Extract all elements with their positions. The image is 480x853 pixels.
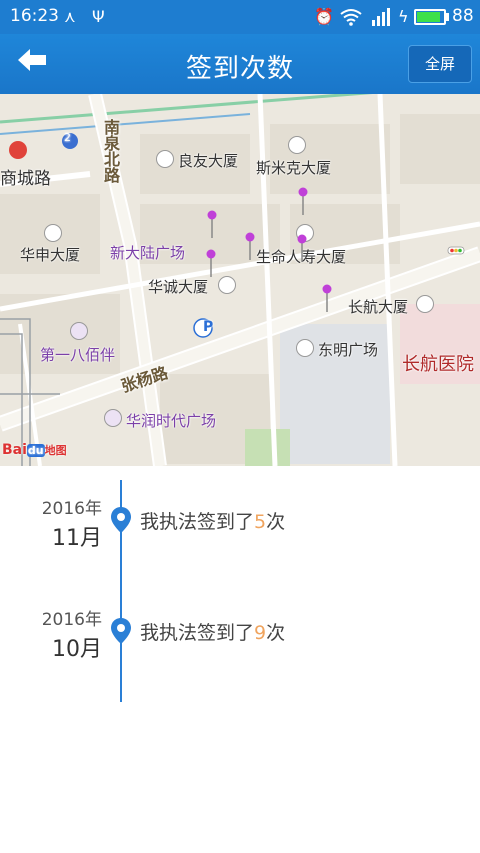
entry-text-prefix: 我执法签到了	[140, 622, 255, 644]
battery-percent: 88	[452, 6, 474, 26]
map-poi-changhang-tower: 长航大厦	[348, 298, 409, 316]
metro-line-number: 2	[64, 131, 71, 144]
map-building-icon	[218, 276, 236, 294]
entry-text-suffix: 次	[266, 622, 286, 644]
map-marker-pin[interactable]	[207, 210, 217, 238]
status-bar: 16:23 ⋏ Ψ ⏰ ϟ 88	[0, 0, 480, 34]
entry-count: 9	[254, 622, 267, 644]
entry-year: 2016年	[41, 499, 102, 519]
map-marker-pin[interactable]	[206, 249, 216, 277]
alarm-icon: ⏰	[314, 7, 334, 26]
map-base	[0, 94, 480, 466]
entry-year: 2016年	[41, 610, 102, 630]
entry-text-prefix: 我执法签到了	[140, 511, 255, 533]
usb-icon: Ψ	[92, 7, 105, 26]
map-poi-xindalu: 新大陆广场	[110, 244, 186, 262]
map-building-icon	[288, 136, 306, 154]
baidu-map-logo: Baidu地图	[2, 442, 67, 458]
map-marker-pin[interactable]	[322, 284, 332, 312]
timeline-entry[interactable]: 2016年 11月 我执法签到了5次	[0, 494, 480, 564]
checkin-timeline: 2016年 11月 我执法签到了5次 2016年 10月 我执法签到了9次	[0, 466, 480, 853]
map-poi-diyi-babaiban: 第一八佰伴	[40, 346, 116, 364]
map-poi-huacheng: 华诚大厦	[148, 278, 209, 296]
status-time: 16:23	[10, 6, 59, 26]
map-road-nanquanbei: 南泉北路	[101, 119, 120, 183]
map-poi-dongming: 东明广场	[318, 341, 379, 359]
map-building-icon	[44, 224, 62, 242]
wifi-icon	[340, 9, 362, 26]
timeline-entry[interactable]: 2016年 10月 我执法签到了9次	[0, 605, 480, 675]
battery-fill	[417, 12, 440, 22]
map-building-icon	[156, 150, 174, 168]
charging-icon: ϟ	[398, 7, 409, 26]
map-shopping-icon	[104, 409, 122, 427]
entry-text-suffix: 次	[266, 511, 286, 533]
fullscreen-button[interactable]: 全屏	[408, 45, 472, 83]
entry-text: 我执法签到了5次	[140, 507, 285, 534]
signal-icon	[372, 8, 390, 26]
entry-month: 10月	[52, 637, 102, 662]
location-pin-icon	[111, 507, 131, 533]
baidu-logo-bai: Bai	[2, 442, 27, 458]
battery-tip	[446, 13, 449, 21]
share-icon: ⋏	[64, 7, 76, 26]
map-poi-simike: 斯米克大厦	[256, 159, 332, 177]
battery-icon	[414, 9, 446, 25]
map-poi-changhang-hospital: 长航医院	[402, 354, 474, 375]
map-marker-pin[interactable]	[298, 187, 308, 215]
map-building-icon	[416, 295, 434, 313]
app-bar: 签到次数 全屏	[0, 34, 480, 94]
map-building-icon	[296, 339, 314, 357]
map-poi-liangyou: 良友大厦	[178, 152, 239, 170]
map-poi-huashen: 华申大厦	[20, 246, 81, 264]
entry-count: 5	[254, 511, 267, 533]
map-road-shangcheng: 商城路	[0, 169, 51, 189]
map-shopping-icon	[70, 322, 88, 340]
map-poi-huarun: 华润时代广场	[126, 412, 217, 430]
map-view[interactable]: 2 商城路 南泉北路 张杨路 P 良友大厦 斯米克大厦 华申大厦 新大陆广场 生…	[0, 94, 480, 466]
map-marker-pin[interactable]	[245, 232, 255, 260]
entry-month: 11月	[52, 526, 102, 551]
map-marker-pin[interactable]	[297, 234, 307, 262]
parking-icon: P	[203, 319, 214, 335]
baidu-logo-ditu: 地图	[44, 444, 67, 457]
entry-text: 我执法签到了9次	[140, 618, 285, 645]
baidu-logo-du: du	[26, 444, 45, 457]
location-pin-icon	[111, 618, 131, 644]
